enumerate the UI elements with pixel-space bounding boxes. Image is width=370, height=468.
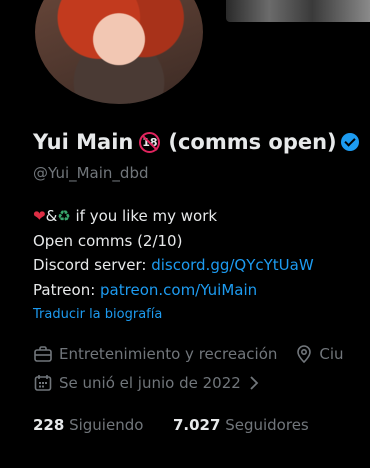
- patreon-label: Patreon:: [33, 280, 101, 299]
- bio-line-4: Patreon: patreon.com/YuiMain: [33, 278, 314, 303]
- age-badge-text: 18: [142, 135, 158, 149]
- followers-stat[interactable]: 7.027 Seguidores: [173, 416, 309, 434]
- bio: ❤&♻ if you like my work Open comms (2/10…: [33, 204, 314, 302]
- bio-line-3: Discord server: discord.gg/QYcYtUaW: [33, 253, 314, 278]
- translate-bio-link[interactable]: Traducir la biografía: [33, 307, 162, 322]
- bio-line-1-text: if you like my work: [70, 207, 218, 225]
- followers-count: 7.027: [172, 416, 221, 434]
- bio-amp: &: [45, 207, 58, 225]
- following-label: Siguiendo: [69, 416, 144, 434]
- followers-label: Seguidores: [225, 416, 309, 434]
- display-name-text: Yui Main: [33, 130, 134, 154]
- recycle-icon: ♻: [57, 207, 71, 225]
- verified-badge-icon[interactable]: [340, 133, 359, 151]
- following-count: 228: [33, 416, 65, 434]
- chevron-right-icon[interactable]: [247, 375, 261, 391]
- display-name: Yui Main 18 (comms open): [33, 130, 359, 154]
- user-handle: @Yui_Main_dbd: [33, 164, 149, 182]
- age-restriction-icon: 18: [139, 131, 161, 153]
- bio-line-1: ❤&♻ if you like my work: [33, 204, 314, 229]
- profile-meta-row-2: Se unió el junio de 2022: [33, 373, 261, 393]
- profile-category: Entretenimiento y recreación: [59, 345, 278, 363]
- location-pin-icon: [297, 345, 312, 364]
- join-date: Se unió el junio de 2022: [59, 374, 241, 392]
- calendar-icon: [34, 375, 52, 391]
- discord-link[interactable]: discord.gg/QYcYtUaW: [151, 256, 313, 274]
- profile-meta-row-1: Entretenimiento y recreación Ciu: [33, 344, 344, 364]
- briefcase-icon: [34, 346, 52, 362]
- following-stat[interactable]: 228 Siguiendo: [33, 416, 143, 434]
- follow-stats: 228 Siguiendo 7.027 Seguidores: [33, 416, 309, 434]
- heart-icon: ❤: [33, 207, 46, 225]
- profile-avatar[interactable]: [35, 0, 203, 104]
- display-name-suffix: (comms open): [168, 130, 337, 154]
- patreon-link[interactable]: patreon.com/YuiMain: [100, 281, 257, 299]
- bio-line-2: Open comms (2/10): [33, 231, 183, 250]
- banner-image[interactable]: [226, 0, 370, 22]
- profile-location: Ciu: [319, 345, 344, 363]
- discord-label: Discord server:: [33, 256, 152, 274]
